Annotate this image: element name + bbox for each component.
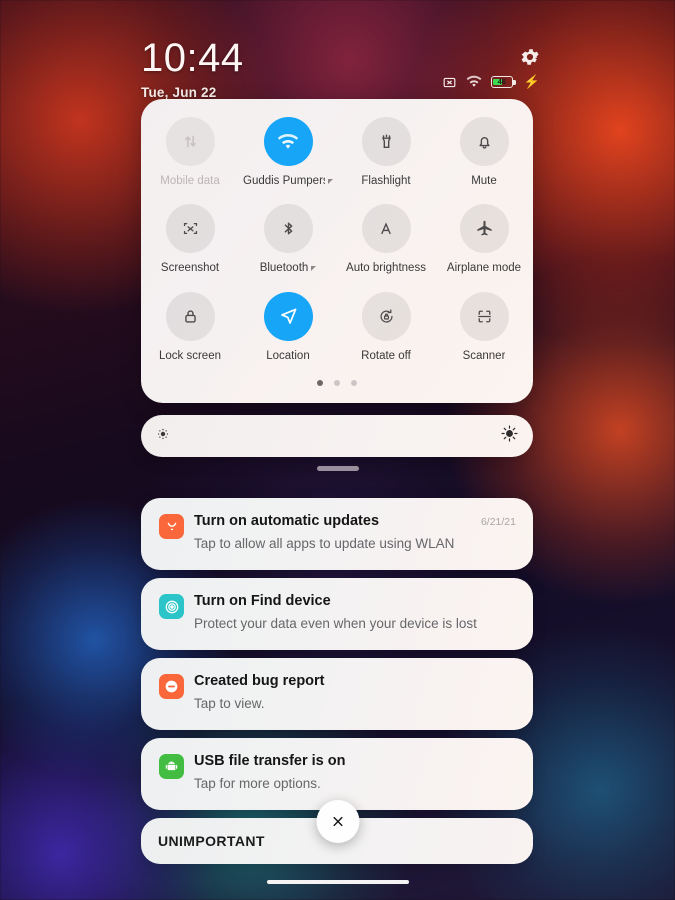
qs-tile-auto-brightness[interactable]: Auto brightness [337,204,435,292]
android-robot-icon [159,754,184,779]
airplane-icon [459,204,509,253]
page-dot[interactable] [351,380,357,386]
qs-tile-screenshot[interactable]: Screenshot [141,204,239,292]
battery-icon: 46 [490,76,516,88]
qs-tile-label: Auto brightness [346,262,426,274]
lock-icon [165,292,215,341]
qs-tile-label: Guddis Pumpers [243,175,333,187]
bell-icon [459,117,509,166]
notification-timestamp: 6/21/21 [480,516,516,528]
notification-item-bug-report[interactable]: Created bug report Tap to view. [141,658,533,730]
quick-settings-row-2: Screenshot Bluetooth Auto brightness Air… [141,204,533,292]
notification-body: Tap to allow all apps to update using WL… [194,536,455,551]
scanner-icon [459,292,509,341]
quick-settings-panel: Mobile data Guddis Pumpers Flashlight Mu… [141,99,533,403]
app-store-icon [159,514,184,539]
notification-item-find-device[interactable]: Turn on Find device Protect your data ev… [141,578,533,650]
chevron-expand-icon[interactable] [328,178,333,184]
qs-tile-label: Mute [471,175,497,187]
qs-tile-mute[interactable]: Mute [435,117,533,205]
auto-brightness-icon [361,204,411,253]
mobile-data-icon [165,117,215,166]
gear-icon[interactable] [519,46,541,68]
qs-tile-label: Scanner [462,350,506,362]
no-sim-icon [442,75,457,90]
battery-percent: 46 [497,77,506,86]
find-device-icon [159,594,184,619]
clear-all-notifications-button[interactable] [316,800,359,843]
quick-settings-row-3: Lock screen Location Rotate off Scanner [141,292,533,380]
qs-tile-lock-screen[interactable]: Lock screen [141,292,239,380]
panel-drag-handle[interactable] [316,466,359,471]
notification-title: USB file transfer is on [194,753,346,769]
qs-tile-label: Mobile data [160,175,220,187]
notification-title: Turn on Find device [194,593,331,609]
qs-tile-flashlight[interactable]: Flashlight [337,117,435,205]
unimportant-label: UNIMPORTANT [158,833,265,849]
qs-tile-bluetooth[interactable]: Bluetooth [239,204,337,292]
wifi-icon [466,74,482,90]
location-arrow-icon [263,292,313,341]
quick-settings-row-1: Mobile data Guddis Pumpers Flashlight Mu… [141,117,533,205]
notification-item-automatic-updates[interactable]: Turn on automatic updates Tap to allow a… [141,498,533,570]
notification-title: Turn on automatic updates [194,513,380,529]
page-dot[interactable] [317,380,323,386]
chevron-expand-icon[interactable] [311,265,317,271]
clock-time: 10:44 [141,36,244,80]
home-indicator[interactable] [266,880,409,884]
notification-body: Tap for more options. [194,776,321,791]
brightness-high-icon [500,424,519,448]
qs-tile-scanner[interactable]: Scanner [435,292,533,380]
clock-block: 10:44 Tue, Jun 22 [141,38,244,100]
status-icon-tray: 46 ⚡ [442,74,540,90]
notification-body: Tap to view. [194,696,265,711]
qs-tile-label: Rotate off [361,350,411,362]
brightness-slider[interactable] [141,415,533,457]
brightness-low-icon [155,426,171,447]
qs-tile-location[interactable]: Location [239,292,337,380]
notification-title: Created bug report [194,673,325,689]
status-bar: 10:44 Tue, Jun 22 46 ⚡ [0,0,675,100]
notification-body: Protect your data even when your device … [194,616,477,631]
qs-tile-label: Location [266,350,310,362]
page-indicator [141,380,533,386]
page-dot[interactable] [334,380,340,386]
qs-tile-label: Flashlight [361,175,411,187]
qs-tile-label: Bluetooth [260,262,317,274]
qs-tile-label: Airplane mode [446,262,522,274]
bug-report-icon [159,674,184,699]
close-icon [332,816,343,827]
bluetooth-icon [263,204,313,253]
qs-tile-label: Lock screen [158,350,221,362]
qs-tile-mobile-data[interactable]: Mobile data [141,117,239,205]
screenshot-icon [165,204,215,253]
wifi-icon [263,117,313,166]
qs-tile-airplane-mode[interactable]: Airplane mode [435,204,533,292]
clock-date: Tue, Jun 22 [141,85,217,100]
rotate-lock-icon [361,292,411,341]
qs-tile-rotate-off[interactable]: Rotate off [337,292,435,380]
charging-bolt-icon: ⚡ [523,74,540,89]
qs-tile-wifi[interactable]: Guddis Pumpers [239,117,337,205]
flashlight-icon [361,117,411,166]
qs-tile-label: Screenshot [160,262,220,274]
